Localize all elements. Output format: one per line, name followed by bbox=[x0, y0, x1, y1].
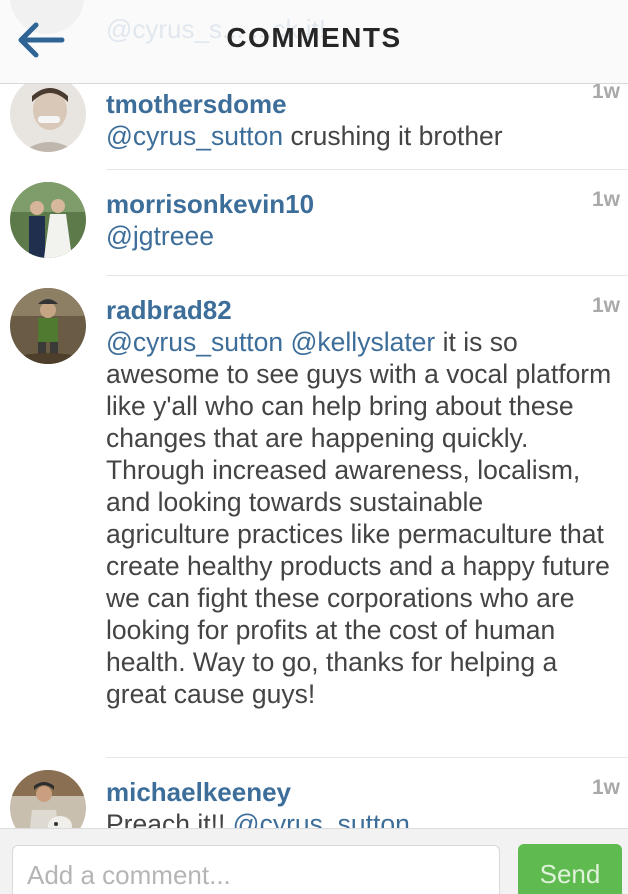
comments-screen: @cyrus_s... ...ck it! COMMENTS tmothersd… bbox=[0, 0, 628, 894]
comment-composer: Send bbox=[0, 828, 628, 894]
comment-timestamp: 1w bbox=[591, 188, 620, 211]
comment-list[interactable]: tmothersdome 1w @cyrus_sutton crushing i… bbox=[0, 84, 628, 828]
comment-item: michaelkeeney 1w Preach it!! @cyrus_sutt… bbox=[10, 758, 628, 828]
comment-username[interactable]: morrisonkevin10 bbox=[106, 188, 628, 220]
comment-item: tmothersdome 1w @cyrus_sutton crushing i… bbox=[10, 84, 628, 170]
mention-link[interactable]: @cyrus_sutton bbox=[106, 327, 283, 357]
send-button[interactable]: Send bbox=[518, 844, 622, 894]
comment-text-segment: Preach it!! bbox=[106, 809, 233, 828]
comment-text-segment: crushing it brother bbox=[283, 121, 503, 151]
mention-link[interactable]: @jgtreee bbox=[106, 221, 214, 251]
header-bar: @cyrus_s... ...ck it! COMMENTS bbox=[0, 0, 628, 84]
comment-item: radbrad82 1w @cyrus_sutton @kellyslater … bbox=[10, 276, 628, 758]
comment-username[interactable]: tmothersdome bbox=[106, 88, 628, 120]
comment-username[interactable]: radbrad82 bbox=[106, 294, 628, 326]
avatar-wedding-couple-icon[interactable] bbox=[10, 182, 86, 258]
comment-text-segment: it is so awesome to see guys with a voca… bbox=[106, 327, 612, 709]
comment-text: @cyrus_sutton crushing it brother bbox=[106, 120, 628, 152]
comment-text: @cyrus_sutton @kellyslater it is so awes… bbox=[106, 326, 628, 710]
comment-text: Preach it!! @cyrus_sutton bbox=[106, 808, 628, 828]
comment-timestamp: 1w bbox=[591, 84, 620, 103]
mention-link[interactable]: @cyrus_sutton bbox=[106, 121, 283, 151]
comment-item: morrisonkevin10 1w @jgtreee bbox=[10, 170, 628, 276]
page-title: COMMENTS bbox=[226, 22, 402, 53]
comment-timestamp: 1w bbox=[591, 294, 620, 317]
comment-input[interactable] bbox=[12, 845, 500, 894]
avatar-man-with-dog-icon[interactable] bbox=[10, 770, 86, 828]
avatar-farmer-icon[interactable] bbox=[10, 288, 86, 364]
comment-text-segment bbox=[283, 327, 290, 357]
comment-timestamp: 1w bbox=[591, 776, 620, 799]
comment-text: @jgtreee bbox=[106, 220, 628, 252]
mention-link[interactable]: @cyrus_sutton bbox=[233, 809, 410, 828]
mention-link[interactable]: @kellyslater bbox=[291, 327, 436, 357]
avatar-smiling-man-icon[interactable] bbox=[10, 84, 86, 152]
comment-username[interactable]: michaelkeeney bbox=[106, 776, 628, 808]
